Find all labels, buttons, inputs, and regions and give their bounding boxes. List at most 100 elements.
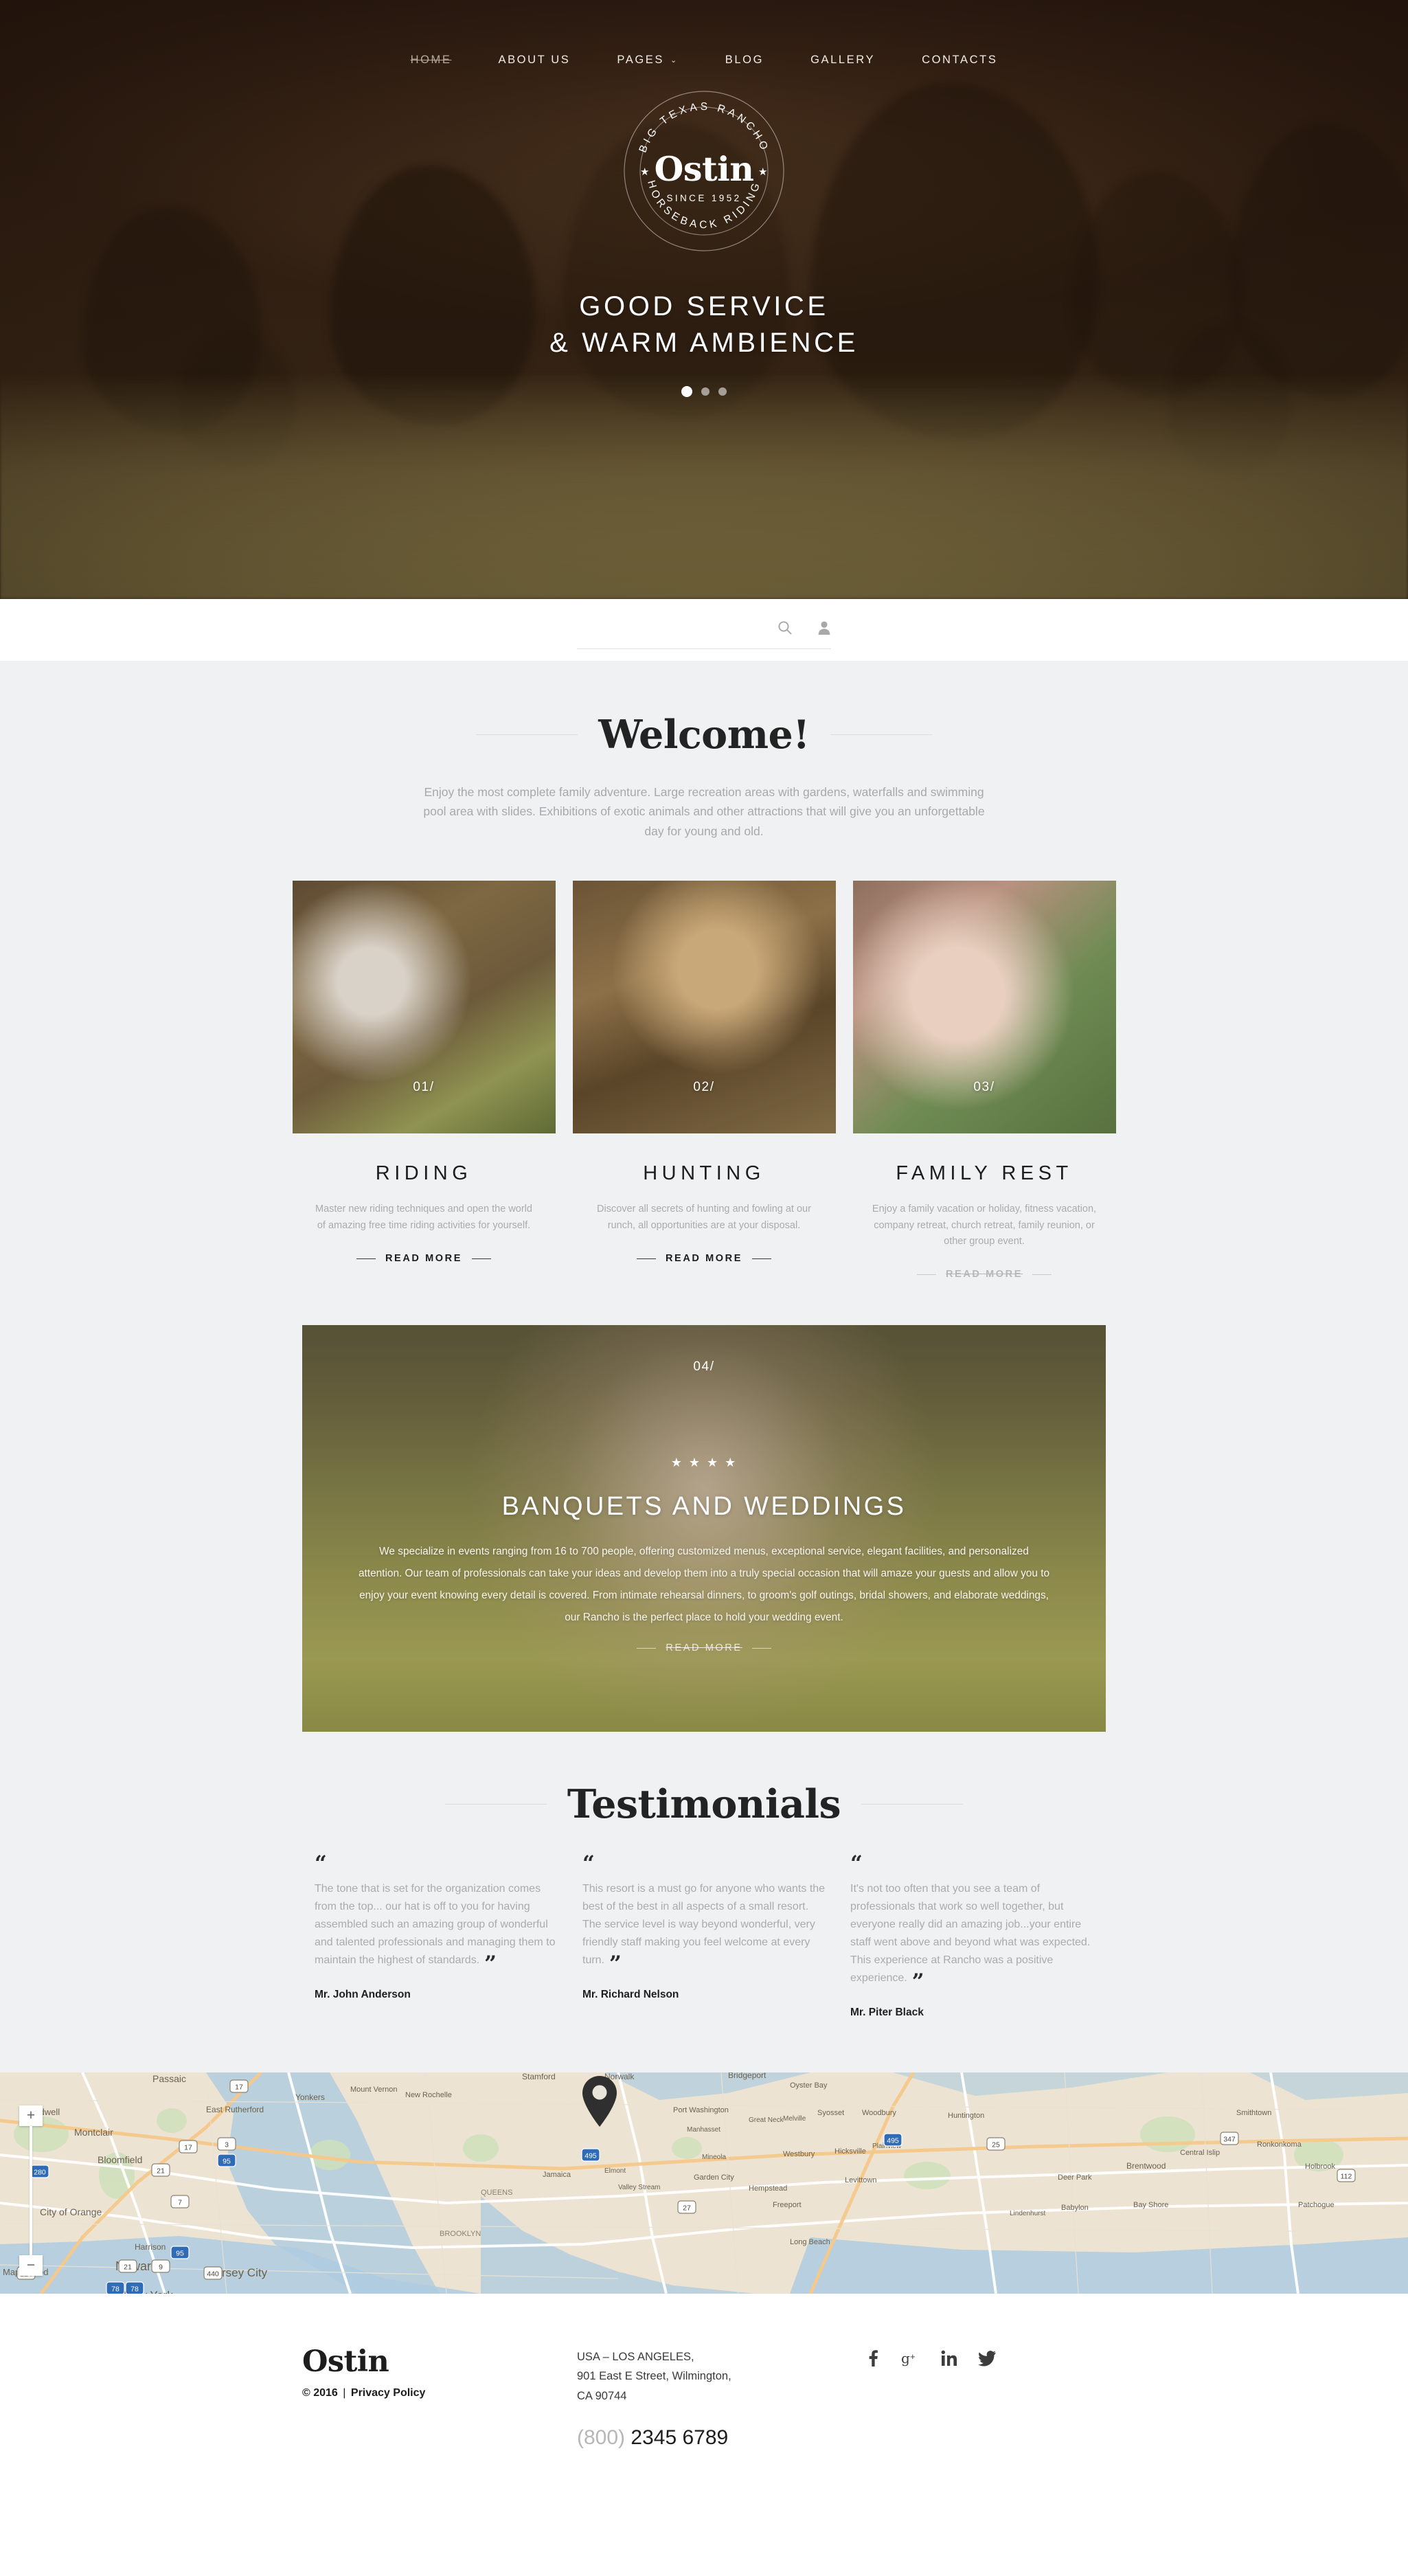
page-title: Welcome! bbox=[598, 712, 810, 758]
google-plus-icon[interactable]: g + bbox=[901, 2350, 920, 2366]
star-icon: ★ bbox=[707, 1456, 720, 1470]
map-road-shield: 7 bbox=[170, 2194, 190, 2208]
testimonial-author: Mr. Richard Nelson bbox=[582, 1988, 679, 2000]
read-more-label: READ MORE bbox=[945, 1269, 1023, 1280]
hero-section: HOME ABOUT US PAGES ⌄ BLOG GALLERY CONTAC… bbox=[0, 0, 1408, 599]
service-card-family-rest[interactable]: 03/ FAMILY REST Enjoy a family vacation … bbox=[852, 881, 1116, 1280]
map-road-shield: 95 bbox=[170, 2245, 190, 2259]
nav-label: HOME bbox=[410, 54, 452, 66]
privacy-policy-link[interactable]: Privacy Policy bbox=[351, 2387, 426, 2399]
nav-item-pages[interactable]: PAGES ⌄ bbox=[617, 54, 678, 67]
slider-dot-3[interactable] bbox=[718, 387, 727, 396]
map-road-shield: 495 bbox=[883, 2132, 902, 2147]
map-zoom-in-button[interactable]: + bbox=[19, 2105, 43, 2126]
nav-label: ABOUT US bbox=[498, 54, 571, 66]
twitter-icon[interactable] bbox=[978, 2350, 996, 2366]
map-road-shield: 347 bbox=[1220, 2131, 1239, 2145]
testimonial-item: “ This resort is a must go for anyone wh… bbox=[570, 1853, 838, 2018]
welcome-section: Welcome! Enjoy the most complete family … bbox=[0, 661, 1408, 1732]
hero-headline: GOOD SERVICE & WARM AMBIENCE bbox=[0, 289, 1408, 361]
card-number: 01/ bbox=[413, 1080, 435, 1095]
slider-dot-2[interactable] bbox=[701, 387, 709, 396]
nav-label: BLOG bbox=[725, 54, 764, 66]
service-card-riding[interactable]: 01/ RIDING Master new riding techniques … bbox=[292, 881, 556, 1280]
read-more-button[interactable]: READ MORE bbox=[853, 1269, 1116, 1280]
read-more-button[interactable]: READ MORE bbox=[573, 1253, 836, 1264]
slider-dot-1[interactable] bbox=[681, 386, 692, 398]
map-label: Bay Shore bbox=[1133, 2201, 1168, 2209]
svg-text:9: 9 bbox=[159, 2263, 163, 2271]
search-input[interactable] bbox=[577, 616, 783, 629]
banner-read-more-button[interactable]: READ MORE bbox=[637, 1642, 771, 1653]
map-label: Ronkonkoma bbox=[1257, 2140, 1302, 2149]
address-line-2: 901 East E Street, Wilmington, bbox=[577, 2370, 731, 2383]
card-title: HUNTING bbox=[643, 1162, 765, 1185]
service-card-hunting[interactable]: 02/ HUNTING Discover all secrets of hunt… bbox=[572, 881, 836, 1280]
map-label: Valley Stream bbox=[618, 2184, 661, 2191]
map-road-shield: 17 bbox=[229, 2079, 249, 2093]
map-road-shield: 78 bbox=[125, 2281, 144, 2294]
quote-open-icon: “ bbox=[315, 1851, 327, 1877]
map-label: East Rutherford bbox=[206, 2105, 264, 2114]
map-label: Bridgeport bbox=[728, 2072, 767, 2080]
map-label: Passaic bbox=[152, 2073, 186, 2084]
quote-open-icon: “ bbox=[850, 1851, 863, 1877]
map-canvas: CaldwellMontclairBloomfieldCity of Orang… bbox=[0, 2072, 1408, 2294]
card-description: Master new riding techniques and open th… bbox=[315, 1204, 532, 1231]
map-label: Levittown bbox=[845, 2176, 876, 2184]
footer-copyright: © 2016 | Privacy Policy bbox=[302, 2387, 577, 2399]
footer-social-links: g + bbox=[865, 2345, 1106, 2366]
map-zoom-slider[interactable] bbox=[30, 2125, 32, 2255]
map-marker[interactable] bbox=[580, 2075, 619, 2128]
nav-item-about-us[interactable]: ABOUT US bbox=[498, 54, 570, 67]
nav-label: GALLERY bbox=[810, 54, 876, 66]
site-logo[interactable]: BIG TEXAS RANCHO HORSEBACK RIDING ★ ★ Os… bbox=[622, 89, 786, 253]
linkedin-icon[interactable] bbox=[941, 2350, 957, 2366]
nav-item-home[interactable]: HOME bbox=[411, 54, 452, 67]
search-bar bbox=[0, 599, 1408, 661]
service-cards: 01/ RIDING Master new riding techniques … bbox=[0, 881, 1408, 1280]
map-road-shield: 21 bbox=[118, 2259, 137, 2273]
rule-right bbox=[1032, 1274, 1052, 1275]
read-more-button[interactable]: READ MORE bbox=[293, 1253, 556, 1264]
map-road-shield: 3 bbox=[217, 2136, 236, 2151]
map-zoom-control[interactable]: + − bbox=[19, 2105, 43, 2276]
card-description: Enjoy a family vacation or holiday, fitn… bbox=[872, 1204, 1097, 1247]
map-label: Central Islip bbox=[1180, 2149, 1220, 2157]
address-line-3: CA 90744 bbox=[577, 2389, 627, 2402]
heading-rule-left bbox=[476, 734, 578, 735]
rule-left bbox=[356, 1258, 376, 1259]
welcome-heading-row: Welcome! bbox=[0, 712, 1408, 758]
user-icon[interactable] bbox=[817, 620, 831, 635]
footer-phone[interactable]: (800) 2345 6789 bbox=[577, 2426, 865, 2450]
map-label: Lindenhurst bbox=[1010, 2210, 1045, 2217]
nav-item-gallery[interactable]: GALLERY bbox=[810, 54, 875, 67]
banquets-banner[interactable]: 04/ ★ ★ ★ ★ BANQUETS AND WEDDINGS We spe… bbox=[302, 1325, 1106, 1732]
heading-rule-right bbox=[861, 1804, 964, 1805]
map-label: Mineola bbox=[702, 2154, 726, 2161]
map-zoom-out-button[interactable]: − bbox=[19, 2255, 43, 2276]
nav-item-contacts[interactable]: CONTACTS bbox=[922, 54, 997, 67]
card-title: FAMILY REST bbox=[896, 1162, 1073, 1185]
testimonial-author: Mr. Piter Black bbox=[850, 2006, 924, 2018]
map-label: Patchogue bbox=[1298, 2201, 1335, 2209]
card-image: 01/ bbox=[292, 881, 556, 1134]
location-map[interactable]: Caldwell Montclair Bloomfield City of Orang… bbox=[0, 2072, 1408, 2294]
map-label: Deer Park bbox=[1058, 2173, 1092, 2182]
banner-title: BANQUETS AND WEDDINGS bbox=[501, 1492, 907, 1522]
map-label: Huntington bbox=[948, 2112, 984, 2120]
rule-left bbox=[636, 1258, 656, 1259]
banner-body: We specialize in events ranging from 16 … bbox=[358, 1546, 1050, 1624]
card-image: 02/ bbox=[572, 881, 836, 1134]
facebook-icon[interactable] bbox=[865, 2349, 881, 2366]
footer-logo[interactable]: Ostin bbox=[302, 2345, 577, 2379]
quote-close-icon: ” bbox=[609, 1951, 622, 1976]
svg-text:78: 78 bbox=[111, 2285, 120, 2293]
site-footer: Ostin © 2016 | Privacy Policy USA – LOS … bbox=[0, 2293, 1408, 2509]
map-label: Great Neck bbox=[749, 2116, 784, 2124]
heading-rule-right bbox=[830, 734, 932, 735]
nav-item-blog[interactable]: BLOG bbox=[725, 54, 764, 67]
map-label: Elmont bbox=[604, 2167, 626, 2175]
map-label: Mount Vernon bbox=[350, 2086, 398, 2094]
svg-text:112: 112 bbox=[1341, 2172, 1352, 2180]
